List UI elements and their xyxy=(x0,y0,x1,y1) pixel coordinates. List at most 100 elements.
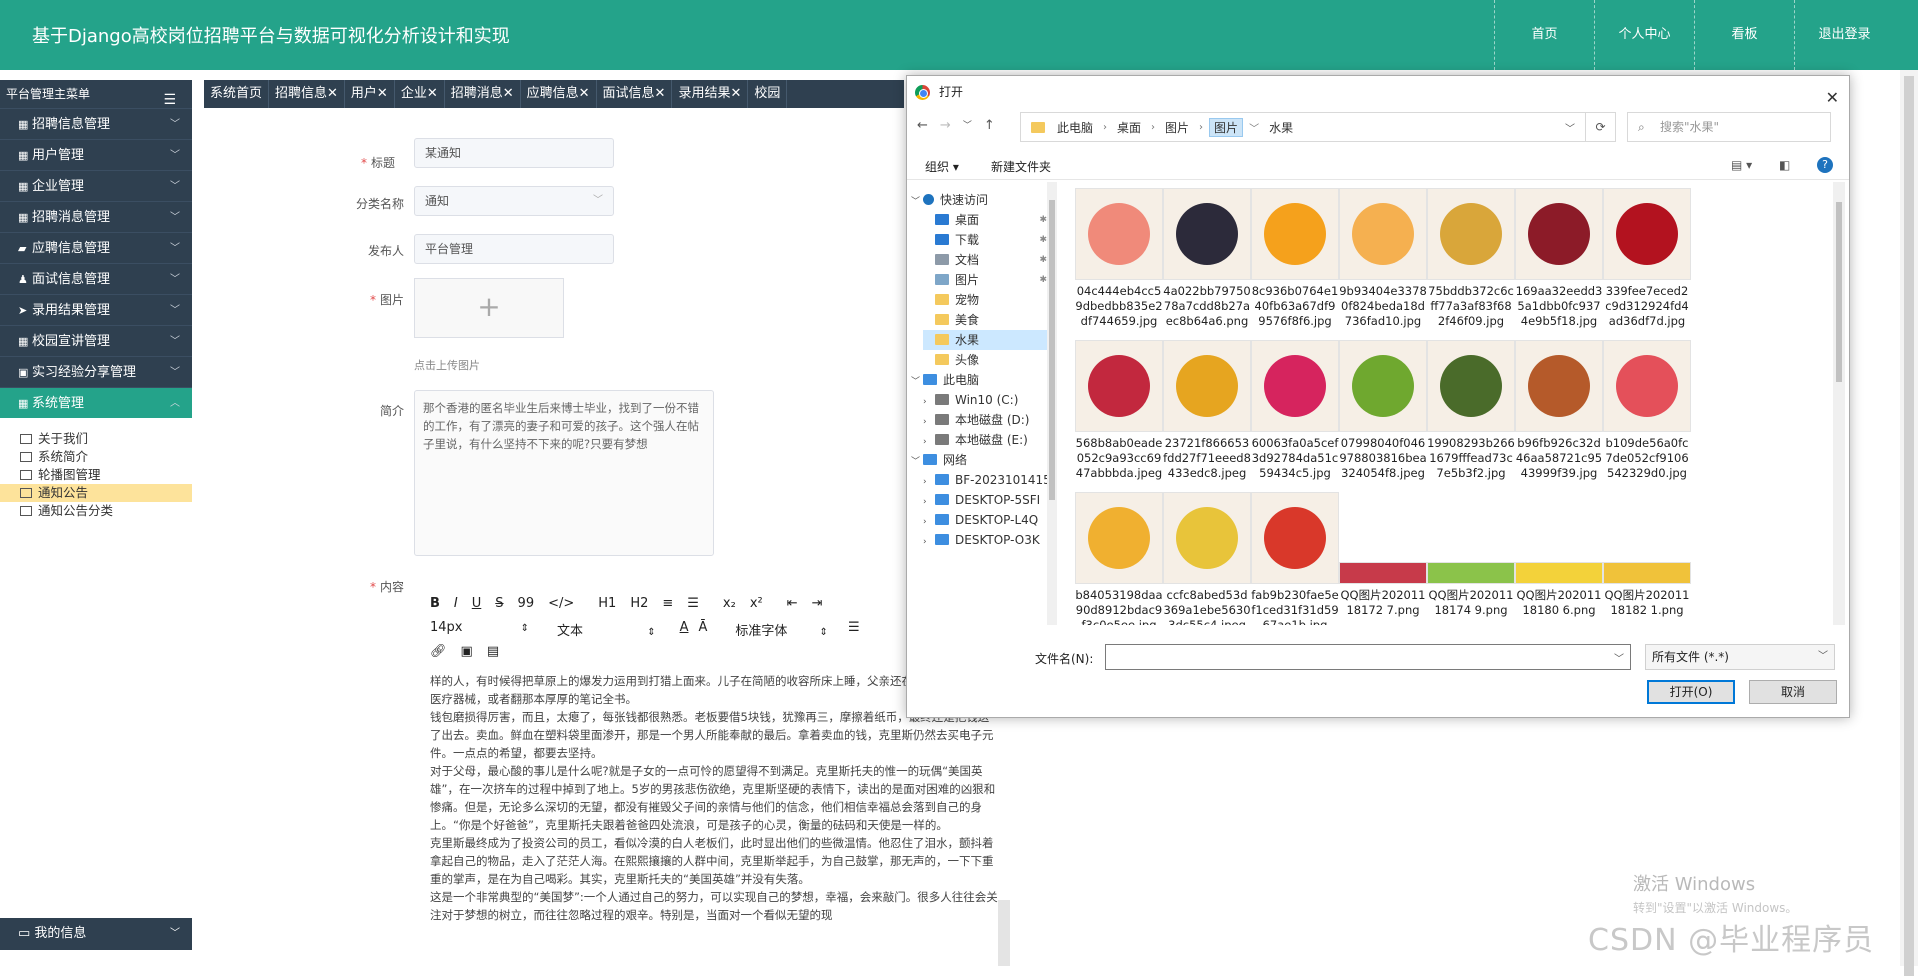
top-nav-item[interactable]: 看板 xyxy=(1694,0,1794,70)
font-size-select[interactable]: 14px ⇕ xyxy=(430,620,529,639)
tree-item[interactable]: › DESKTOP-L4Q xyxy=(923,510,1047,530)
file-item[interactable]: 23721f866653fdd27f71eeed8433edc8.jpeg xyxy=(1163,340,1251,482)
file-item[interactable]: QQ图片20201118182 1.png xyxy=(1603,492,1691,625)
tree-item[interactable]: ﹀ 快速访问 xyxy=(911,190,1047,210)
highlight-icon[interactable]: Ā xyxy=(698,620,707,639)
sidebar-item[interactable]: ▦ 招聘消息管理 ﹀ xyxy=(0,201,192,232)
code-icon[interactable]: </> xyxy=(548,596,574,611)
forward-arrow-icon[interactable]: → xyxy=(940,118,951,133)
sidebar-item[interactable]: ▦ 招聘信息管理 ﹀ xyxy=(0,108,192,139)
help-icon[interactable]: ? xyxy=(1817,157,1833,173)
chevron-right-icon[interactable]: › xyxy=(1145,122,1161,133)
file-item[interactable]: 60063fa0a5cef3d92784da51c59434c5.jpg xyxy=(1251,340,1339,482)
chevron-down-icon[interactable]: ﹀ xyxy=(911,192,923,212)
sidebar-item[interactable]: ▦ 校园宣讲管理 ﹀ xyxy=(0,325,192,356)
submenu-item[interactable]: 通知公告 xyxy=(0,484,192,502)
submenu-item[interactable]: 通知公告分类 xyxy=(0,502,192,520)
sidebar-item[interactable]: ▰ 应聘信息管理 ﹀ xyxy=(0,232,192,263)
breadcrumb-item[interactable]: 图片 xyxy=(1161,119,1193,136)
tree-item[interactable]: › 本地磁盘 (E:) xyxy=(923,430,1047,450)
chevron-right-icon[interactable]: › xyxy=(923,412,935,432)
category-select[interactable]: 通知 ﹀ xyxy=(414,186,614,216)
tree-item[interactable]: 头像 xyxy=(923,350,1047,370)
breadcrumb-item[interactable]: 此电脑 xyxy=(1053,119,1097,136)
video-icon[interactable]: ▤ xyxy=(487,644,499,659)
submenu-item[interactable]: 轮播图管理 xyxy=(0,466,192,484)
sidebar-item[interactable]: ▦ 系统管理 ︿ xyxy=(0,387,192,418)
ordered-list-icon[interactable]: ≡ xyxy=(662,596,673,611)
new-folder-button[interactable]: 新建文件夹 xyxy=(991,158,1051,175)
breadcrumb-item[interactable]: 桌面 xyxy=(1113,119,1145,136)
file-item[interactable]: b96fb926c32d46aa58721c9543999f39.jpg xyxy=(1515,340,1603,482)
indent-icon[interactable]: ⇥ xyxy=(812,596,823,611)
tree-item[interactable]: › DESKTOP-5SFI xyxy=(923,490,1047,510)
font-family-select[interactable]: 标准字体 ⇕ xyxy=(735,620,828,639)
chevron-right-icon[interactable]: › xyxy=(923,532,935,552)
file-item[interactable]: 4a022bb7975078a7cdd8b27aec8b64a6.png xyxy=(1163,188,1251,330)
sidebar-item[interactable]: ➤ 录用结果管理 ﹀ xyxy=(0,294,192,325)
file-item[interactable]: QQ图片20201118180 6.png xyxy=(1515,492,1603,625)
italic-icon[interactable]: I xyxy=(454,596,458,611)
tree-item[interactable]: › 本地磁盘 (D:) xyxy=(923,410,1047,430)
chevron-right-icon[interactable]: › xyxy=(923,432,935,452)
top-nav-item[interactable]: 首页 xyxy=(1494,0,1594,70)
strikethrough-icon[interactable]: S xyxy=(495,596,503,611)
tab[interactable]: 用户✕ xyxy=(345,80,395,108)
chevron-down-icon[interactable]: ﹀ xyxy=(1565,120,1575,135)
chevron-right-icon[interactable]: › xyxy=(923,392,935,412)
file-item[interactable]: 75bddb372c6cff77a3af83f682f46f09.jpg xyxy=(1427,188,1515,330)
subscript-icon[interactable]: x₂ xyxy=(723,596,736,611)
chevron-right-icon[interactable]: › xyxy=(923,492,935,512)
tree-item[interactable]: › Win10 (C:) xyxy=(923,390,1047,410)
breadcrumb-item[interactable]: 图片 xyxy=(1209,117,1244,137)
filename-input[interactable]: ﹀ xyxy=(1105,644,1631,670)
breadcrumb-item[interactable]: 水果 xyxy=(1265,119,1297,136)
quote-icon[interactable]: 99 xyxy=(518,596,535,611)
tree-item[interactable]: 宠物 xyxy=(923,290,1047,310)
bullet-list-icon[interactable]: ☰ xyxy=(687,596,699,611)
chevron-down-icon[interactable]: ﹀ xyxy=(911,452,923,472)
align-icon[interactable]: ☰ xyxy=(848,620,860,639)
pin-icon[interactable]: ✱ xyxy=(1039,250,1047,270)
cancel-button[interactable]: 取消 xyxy=(1749,680,1837,704)
page-scrollbar[interactable] xyxy=(1900,70,1918,976)
tab[interactable]: 招聘信息✕ xyxy=(269,80,345,108)
tree-item[interactable]: 图片 ✱ xyxy=(923,270,1047,290)
refresh-icon[interactable]: ⟳ xyxy=(1586,112,1616,142)
outdent-icon[interactable]: ⇤ xyxy=(787,596,798,611)
sidebar-item[interactable]: ▦ 用户管理 ﹀ xyxy=(0,139,192,170)
filetype-select[interactable]: 所有文件 (*.*) ﹀ xyxy=(1645,644,1835,670)
tree-item[interactable]: 水果 xyxy=(923,330,1047,350)
editor-scrollbar[interactable] xyxy=(998,900,1010,966)
up-arrow-icon[interactable]: ↑ xyxy=(984,118,995,133)
file-item[interactable]: 339fee7eced2c9d312924fd4ad36df7d.jpg xyxy=(1603,188,1691,330)
preview-pane-icon[interactable]: ◧ xyxy=(1779,158,1790,172)
close-icon[interactable]: ✕ xyxy=(1826,82,1839,114)
title-input[interactable]: 某通知 xyxy=(414,138,614,168)
chevron-down-icon[interactable]: ﹀ xyxy=(911,372,923,392)
sidebar-item[interactable]: ♟ 面试信息管理 ﹀ xyxy=(0,263,192,294)
chevron-right-icon[interactable]: › xyxy=(1097,122,1113,133)
sidebar-item[interactable]: ▦ 企业管理 ﹀ xyxy=(0,170,192,201)
chevron-right-icon[interactable]: › xyxy=(923,512,935,532)
file-item[interactable]: QQ图片20201118174 9.png xyxy=(1427,492,1515,625)
submenu-item[interactable]: 关于我们 xyxy=(0,430,192,448)
file-item[interactable]: 04c444eb4cc59dbedbb835e2df744659.jpg xyxy=(1075,188,1163,330)
heading-2-icon[interactable]: H2 xyxy=(630,596,648,611)
tab[interactable]: 面试信息✕ xyxy=(597,80,673,108)
tab[interactable]: 应聘信息✕ xyxy=(521,80,597,108)
file-item[interactable]: 568b8ab0eade052c9a93cc6947abbbda.jpeg xyxy=(1075,340,1163,482)
tab[interactable]: 校园 xyxy=(748,80,788,108)
file-item[interactable]: ccfc8abed53d369a1ebe56303dc55c4.jpeg xyxy=(1163,492,1251,625)
tab[interactable]: 企业✕ xyxy=(395,80,445,108)
tree-item[interactable]: 下载 ✱ xyxy=(923,230,1047,250)
tree-item[interactable]: 文档 ✱ xyxy=(923,250,1047,270)
superscript-icon[interactable]: x² xyxy=(750,596,763,611)
search-input[interactable]: ⌕ 搜索"水果" xyxy=(1627,112,1831,142)
address-bar[interactable]: 此电脑 › 桌面 › 图片 › 图片 ﹀ 水果 ﹀ xyxy=(1020,112,1586,142)
file-item[interactable]: 169aa32eedd35a1dbb0fc9374e9b5f18.jpg xyxy=(1515,188,1603,330)
link-icon[interactable]: 🔗︎ xyxy=(430,644,447,659)
chevron-right-icon[interactable]: › xyxy=(1193,122,1209,133)
bold-icon[interactable]: B xyxy=(430,596,440,611)
top-nav-item[interactable]: 个人中心 xyxy=(1594,0,1694,70)
